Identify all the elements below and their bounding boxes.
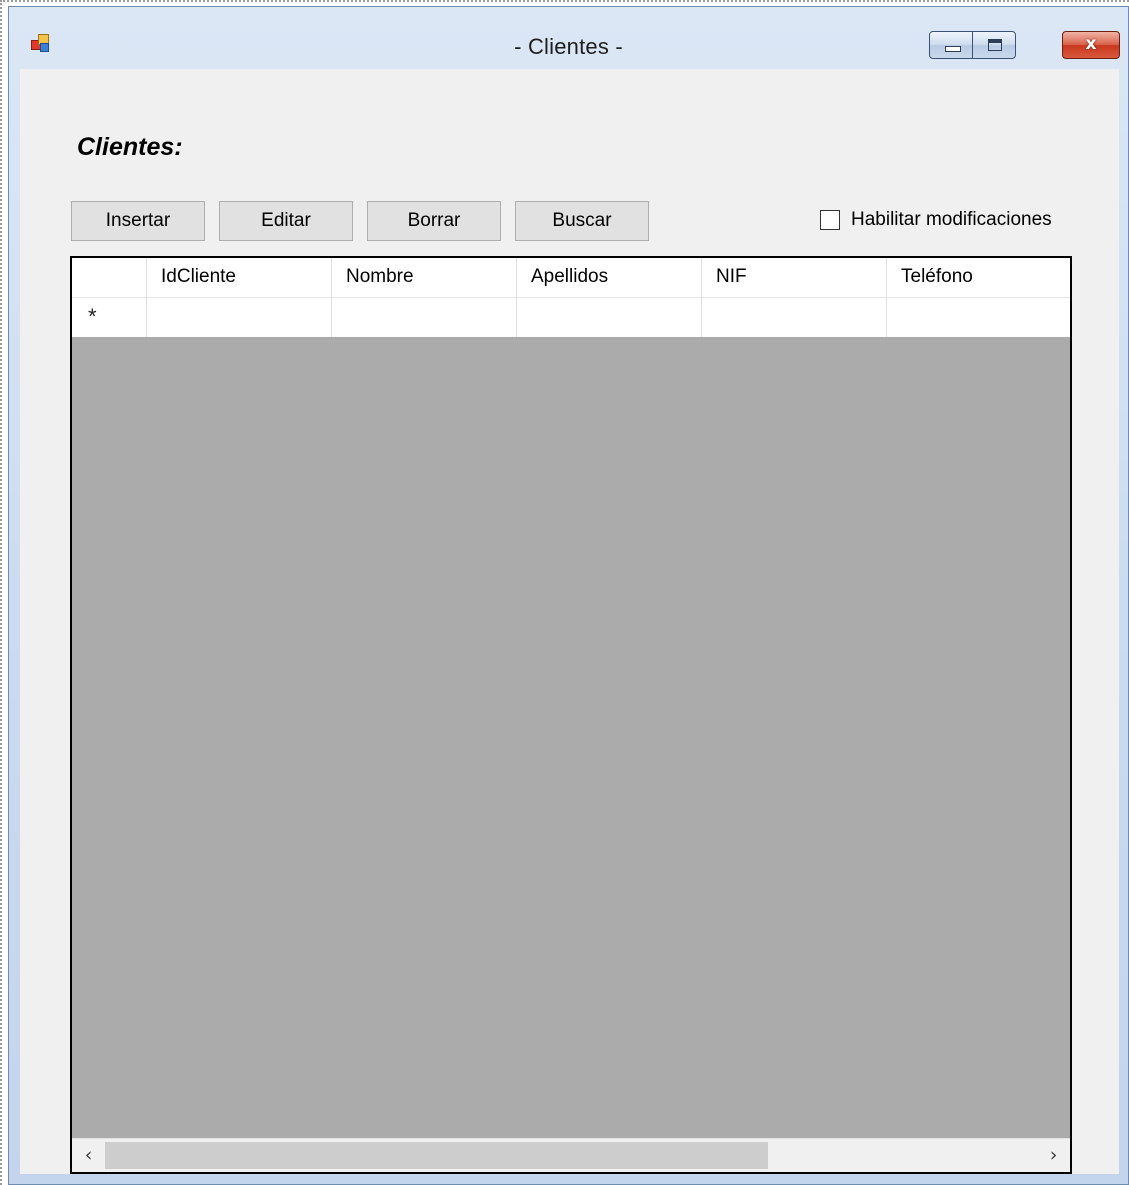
column-header-nif[interactable]: NIF [702, 258, 887, 297]
column-header-apellidos[interactable]: Apellidos [517, 258, 702, 297]
cell-idcliente[interactable] [147, 297, 332, 337]
scroll-left-arrow-icon[interactable]: ‹ [72, 1139, 105, 1172]
cell-nif[interactable] [702, 297, 887, 337]
grid-header-row: IdCliente Nombre Apellidos NIF Teléfono [72, 258, 1070, 298]
delete-button[interactable]: Borrar [367, 201, 501, 241]
edit-button[interactable]: Editar [219, 201, 353, 241]
checkbox-label[interactable]: Habilitar modificaciones [851, 209, 1052, 231]
minimize-button[interactable] [929, 31, 973, 59]
insert-button[interactable]: Insertar [71, 201, 205, 241]
grid-corner-header[interactable] [72, 258, 147, 297]
scroll-right-arrow-icon[interactable]: › [1037, 1139, 1070, 1172]
search-button[interactable]: Buscar [515, 201, 649, 241]
cell-telefono[interactable] [887, 297, 1070, 337]
column-header-telefono[interactable]: Teléfono [887, 258, 1070, 297]
scrollbar-thumb[interactable] [105, 1142, 768, 1169]
cell-nombre[interactable] [332, 297, 517, 337]
title-bar[interactable]: - Clientes - x [9, 7, 1128, 69]
maximize-icon [988, 39, 1002, 51]
close-button[interactable]: x [1062, 31, 1120, 59]
close-icon: x [1085, 34, 1097, 54]
horizontal-scrollbar[interactable]: ‹ › [72, 1138, 1070, 1172]
row-header-new[interactable]: * [72, 297, 147, 337]
maximize-button[interactable] [972, 31, 1016, 59]
form-window: - Clientes - x Clientes: Insertar Editar… [8, 6, 1129, 1185]
cell-apellidos[interactable] [517, 297, 702, 337]
minimize-icon [945, 46, 961, 52]
column-header-nombre[interactable]: Nombre [332, 258, 517, 297]
column-header-idcliente[interactable]: IdCliente [147, 258, 332, 297]
page-title: Clientes: [77, 133, 183, 161]
new-row-marker: * [88, 304, 97, 329]
checkbox-box[interactable] [820, 210, 840, 230]
new-row[interactable]: * [72, 297, 1070, 337]
form-client-area: Clientes: Insertar Editar Borrar Buscar … [20, 69, 1119, 1174]
clients-data-grid[interactable]: IdCliente Nombre Apellidos NIF Teléfono … [70, 256, 1072, 1174]
